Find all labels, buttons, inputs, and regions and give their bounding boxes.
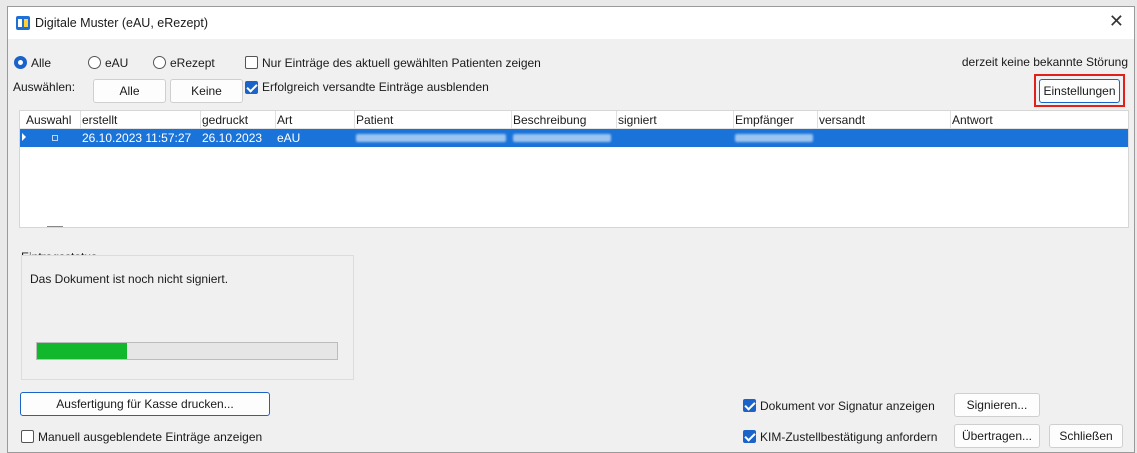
highlight-annotation: [1034, 74, 1125, 107]
title-bar: Digitale Muster (eAU, eRezept) ✕: [8, 7, 1134, 39]
sign-button[interactable]: Signieren...: [954, 393, 1040, 417]
hide-sent-checkbox[interactable]: [245, 81, 258, 94]
select-label: Auswählen:: [13, 80, 76, 94]
kim-confirmation-checkbox[interactable]: [743, 430, 756, 443]
radio-eau[interactable]: [88, 56, 101, 69]
progress-fill: [37, 343, 127, 359]
radio-all[interactable]: [14, 56, 27, 69]
select-none-button[interactable]: Keine: [170, 79, 243, 103]
window-title: Digitale Muster (eAU, eRezept): [35, 16, 208, 30]
status-message: Das Dokument ist noch nicht signiert.: [30, 272, 229, 286]
col-separator: [80, 111, 81, 129]
col-header-erstellt[interactable]: erstellt: [82, 113, 117, 127]
col-separator: [511, 111, 512, 129]
cell-empfaenger-redacted: [735, 134, 813, 142]
hide-sent-label: Erfolgreich versandte Einträge ausblende…: [262, 80, 489, 94]
radio-erezept-label: eRezept: [170, 56, 215, 70]
table-header: Auswahl erstellt gedruckt Art Patient Be…: [20, 111, 1128, 129]
only-patient-checkbox[interactable]: [245, 56, 258, 69]
show-hidden-label: Manuell ausgeblendete Einträge anzeigen: [38, 430, 263, 444]
horizontal-scrollbar[interactable]: [47, 226, 63, 227]
radio-all-label: Alle: [31, 56, 52, 70]
show-before-sign-label: Dokument vor Signatur anzeigen: [760, 399, 935, 413]
close-button[interactable]: Schließen: [1049, 424, 1123, 448]
col-separator: [616, 111, 617, 129]
col-header-empfaenger[interactable]: Empfänger: [735, 113, 794, 127]
col-separator: [950, 111, 951, 129]
entries-table[interactable]: Auswahl erstellt gedruckt Art Patient Be…: [19, 110, 1129, 228]
cell-gedruckt: 26.10.2023: [202, 131, 263, 145]
kim-confirmation-label: KIM-Zustellbestätigung anfordern: [760, 430, 938, 444]
show-hidden-checkbox[interactable]: [21, 430, 34, 443]
col-separator: [733, 111, 734, 129]
table-row[interactable]: 26.10.2023 11:57:27 26.10.2023 eAU: [20, 129, 1128, 147]
show-before-sign-checkbox[interactable]: [743, 399, 756, 412]
radio-eau-label: eAU: [105, 56, 129, 70]
service-status-text: derzeit keine bekannte Störung: [961, 55, 1128, 69]
col-separator: [817, 111, 818, 129]
cell-beschreibung-redacted: [513, 134, 611, 142]
row-select-checkbox[interactable]: [52, 135, 58, 141]
col-separator: [354, 111, 355, 129]
close-icon[interactable]: ✕: [1109, 11, 1124, 32]
col-separator: [200, 111, 201, 129]
select-all-button[interactable]: Alle: [93, 79, 166, 103]
col-separator: [275, 111, 276, 129]
only-patient-label: Nur Einträge des aktuell gewählten Patie…: [262, 56, 541, 70]
col-header-art[interactable]: Art: [277, 113, 292, 127]
transfer-button[interactable]: Übertragen...: [954, 424, 1040, 448]
col-header-beschreibung[interactable]: Beschreibung: [513, 113, 586, 127]
app-icon: [16, 16, 30, 30]
dialog-window: Digitale Muster (eAU, eRezept) ✕ Alle eA…: [7, 6, 1135, 453]
cell-patient-redacted: [356, 134, 506, 142]
row-pointer-icon: [22, 133, 26, 141]
col-header-gedruckt[interactable]: gedruckt: [202, 113, 248, 127]
cell-art: eAU: [277, 131, 301, 145]
col-header-signiert[interactable]: signiert: [618, 113, 657, 127]
col-header-patient[interactable]: Patient: [356, 113, 393, 127]
col-header-auswahl[interactable]: Auswahl: [26, 113, 71, 127]
status-progress-bar: [36, 342, 338, 360]
radio-erezept[interactable]: [153, 56, 166, 69]
col-header-versandt[interactable]: versandt: [819, 113, 865, 127]
print-for-insurance-button[interactable]: Ausfertigung für Kasse drucken...: [20, 392, 270, 416]
col-header-antwort[interactable]: Antwort: [952, 113, 993, 127]
cell-erstellt: 26.10.2023 11:57:27: [82, 131, 192, 145]
